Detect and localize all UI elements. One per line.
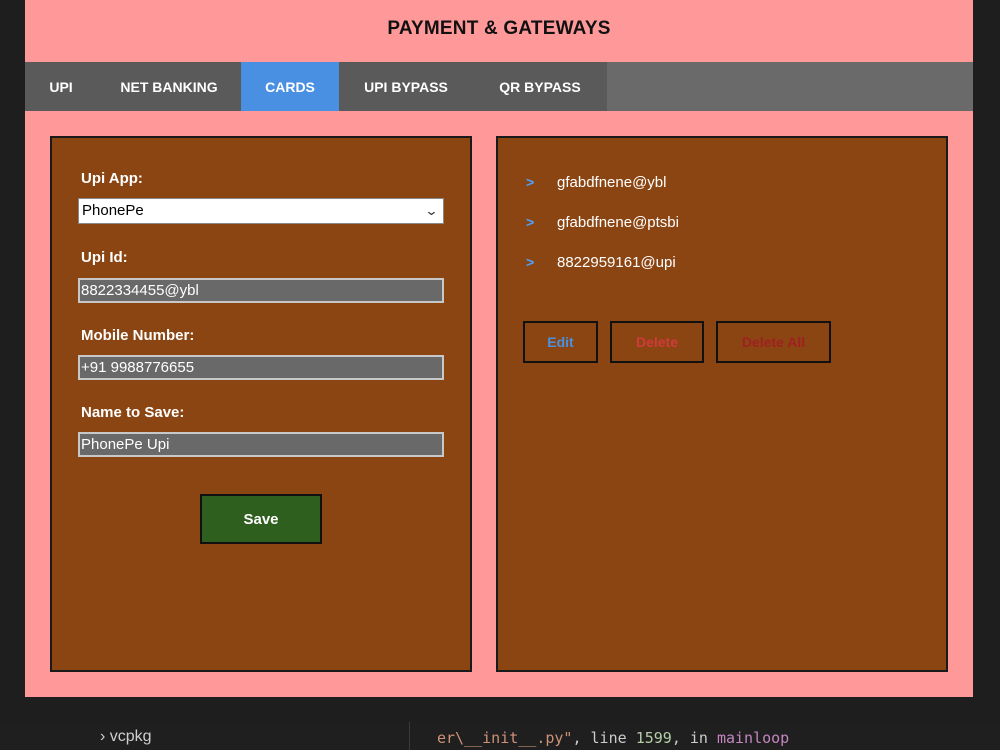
- upi-id-label: Upi Id:: [81, 249, 128, 266]
- tab-upi-bypass[interactable]: UPI BYPASS: [339, 62, 473, 111]
- upi-app-select[interactable]: PhonePe ⌄: [78, 198, 444, 224]
- upi-id-text: 8822959161@upi: [557, 254, 676, 271]
- saved-upi-panel: > gfabdfnene@ybl > gfabdfnene@ptsbi > 88…: [496, 136, 948, 672]
- list-item[interactable]: > gfabdfnene@ybl: [526, 174, 679, 214]
- upi-app-label: Upi App:: [81, 170, 143, 187]
- tab-bar-filler: [607, 62, 973, 111]
- folder-label: vcpkg: [109, 728, 152, 745]
- tab-cards[interactable]: CARDS: [241, 62, 339, 111]
- saved-upi-list: > gfabdfnene@ybl > gfabdfnene@ptsbi > 88…: [526, 174, 679, 294]
- mobile-number-input[interactable]: +91 9988776655: [78, 355, 444, 380]
- ide-bottom-strip: › vcpkg er\__init__.py", line 1599, in m…: [0, 722, 1000, 750]
- list-item[interactable]: > 8822959161@upi: [526, 254, 679, 294]
- app-window: PAYMENT & GATEWAYS UPI NET BANKING CARDS…: [25, 0, 973, 722]
- page-title: PAYMENT & GATEWAYS: [387, 18, 611, 39]
- app-header: PAYMENT & GATEWAYS: [25, 0, 973, 62]
- list-item[interactable]: > gfabdfnene@ptsbi: [526, 214, 679, 254]
- upi-id-text: gfabdfnene@ptsbi: [557, 214, 679, 231]
- name-to-save-label: Name to Save:: [81, 404, 185, 421]
- mobile-number-label: Mobile Number:: [81, 327, 195, 344]
- ide-right-gutter: [973, 0, 1000, 750]
- chevron-right-icon: >: [526, 214, 535, 230]
- upi-id-text: gfabdfnene@ybl: [557, 174, 667, 191]
- save-button[interactable]: Save: [200, 494, 322, 544]
- trace-line-number: 1599: [635, 729, 672, 747]
- content-area: Upi App: PhonePe ⌄ Upi Id: 8822334455@yb…: [25, 111, 973, 697]
- upi-form-panel: Upi App: PhonePe ⌄ Upi Id: 8822334455@yb…: [50, 136, 472, 672]
- delete-button[interactable]: Delete: [610, 321, 704, 363]
- upi-id-input[interactable]: 8822334455@ybl: [78, 278, 444, 303]
- trace-in-word: , in: [671, 729, 717, 747]
- name-to-save-input[interactable]: PhonePe Upi: [78, 432, 444, 457]
- tab-upi[interactable]: UPI: [25, 62, 97, 111]
- ide-left-gutter: [0, 0, 25, 750]
- chevron-down-icon: ⌄: [424, 203, 439, 218]
- trace-file: er\__init__.py": [437, 729, 573, 747]
- trace-line-word: , line: [572, 729, 636, 747]
- chevron-right-icon: ›: [100, 728, 106, 745]
- tab-bar: UPI NET BANKING CARDS UPI BYPASS QR BYPA…: [25, 62, 973, 111]
- chevron-right-icon: >: [526, 174, 535, 190]
- explorer-folder-item[interactable]: › vcpkg: [100, 728, 152, 746]
- panel-divider: [409, 722, 410, 750]
- chevron-right-icon: >: [526, 254, 535, 270]
- delete-all-button[interactable]: Delete All: [716, 321, 831, 363]
- terminal-trace-line: er\__init__.py", line 1599, in mainloop: [437, 729, 789, 747]
- tab-net-banking[interactable]: NET BANKING: [97, 62, 241, 111]
- trace-function: mainloop: [716, 729, 790, 747]
- tab-qr-bypass[interactable]: QR BYPASS: [473, 62, 607, 111]
- edit-button[interactable]: Edit: [523, 321, 598, 363]
- upi-app-selected-value: PhonePe: [82, 202, 144, 219]
